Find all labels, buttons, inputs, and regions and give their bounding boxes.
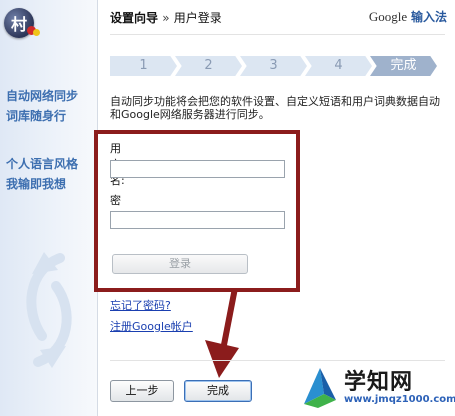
brand-logo: Google 输入法 [369, 8, 447, 25]
footer-divider [110, 360, 445, 361]
watermark: 学知网 www.jmqz1000.com [300, 362, 455, 414]
feature-personal-style: 个人语言风格 我输即我想 [6, 154, 78, 194]
page-title: 设置向导 » 用户登录 [110, 9, 222, 26]
step-finish: 完成 [370, 56, 437, 76]
step-3: 3 [240, 56, 307, 76]
step-label: 4 [334, 58, 343, 73]
step-label: 2 [204, 58, 213, 73]
annotation-arrow-icon [205, 288, 239, 378]
breadcrumb-separator: » [162, 11, 170, 25]
watermark-logo-icon [304, 368, 336, 408]
step-label: 3 [269, 58, 278, 73]
watermark-title: 学知网 [344, 370, 414, 395]
step-4: 4 [305, 56, 372, 76]
highlight-annotation-box [94, 130, 300, 292]
feature-line: 个人语言风格 [6, 157, 79, 171]
step-label: 1 [139, 58, 148, 73]
step-2: 2 [175, 56, 242, 76]
feature-line: 我输即我想 [6, 177, 67, 191]
finish-button[interactable]: 完成 [184, 380, 252, 402]
step-label: 完成 [390, 58, 417, 73]
logo-char: 村 [10, 15, 27, 34]
feature-line: 词库随身行 [6, 109, 67, 123]
intro-text: 自动同步功能将会把您的软件设置、自定义短语和用户词典数据自动和Google网络服… [110, 95, 440, 121]
sync-arrows-icon [26, 252, 72, 368]
step-1: 1 [110, 56, 177, 76]
sidebar: 村 自动网络同步 词库随身行 个人语言风格 我输即我想 [0, 0, 98, 416]
register-account-link[interactable]: 注册Google帐户 [110, 318, 193, 334]
watermark-url: www.jmqz1000.com [344, 394, 455, 405]
back-button[interactable]: 上一步 [110, 380, 174, 402]
forgot-password-link[interactable]: 忘记了密码? [110, 297, 171, 313]
step-progress: 1 2 3 4 完成 [110, 56, 437, 76]
logo-yellow-dot-icon [33, 29, 40, 36]
wizard-step-title: 用户登录 [173, 11, 222, 25]
brand-ime-text: 输入法 [410, 10, 447, 24]
wizard-title: 设置向导 [110, 11, 159, 25]
feature-line: 自动网络同步 [6, 89, 79, 103]
feature-network-sync: 自动网络同步 词库随身行 [6, 86, 78, 126]
brand-google-text: Google [368, 9, 408, 24]
header-divider [110, 34, 445, 35]
